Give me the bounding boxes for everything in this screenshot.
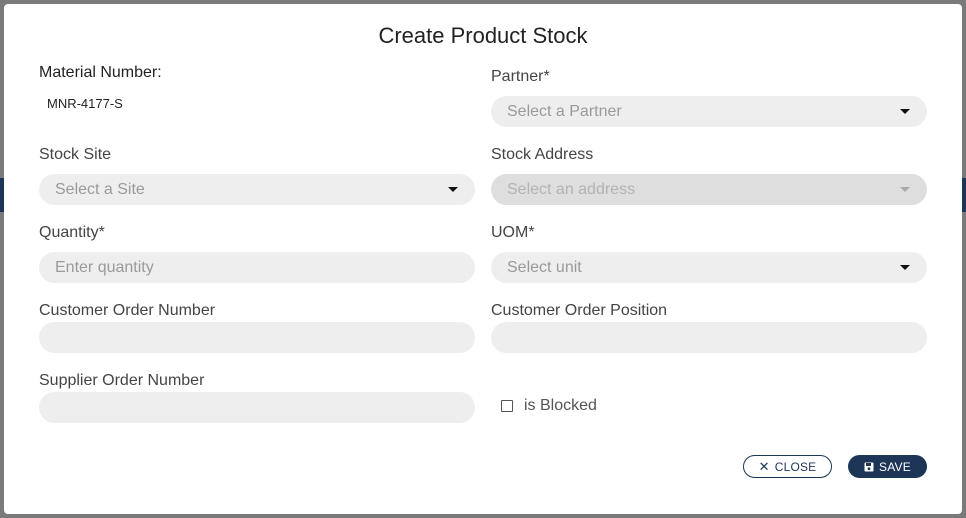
stock-site-select[interactable]: Select a Site: [39, 174, 475, 205]
customer-order-number-label: Customer Order Number: [39, 302, 216, 319]
is-blocked-checkbox[interactable]: [501, 400, 513, 412]
customer-order-position-wrapper: [491, 322, 927, 353]
save-button[interactable]: SAVE: [848, 455, 927, 478]
uom-select[interactable]: Select unit: [491, 252, 927, 283]
close-icon: ✕: [758, 459, 770, 474]
is-blocked-label: is Blocked: [524, 397, 597, 414]
quantity-field-wrapper: [39, 252, 475, 283]
close-button[interactable]: ✕ CLOSE: [743, 455, 832, 478]
stock-address-select: Select an address: [491, 174, 927, 205]
floppy-disk-icon: [864, 462, 874, 471]
chevron-down-icon: [900, 109, 910, 114]
uom-label: UOM*: [491, 224, 535, 241]
stock-site-select-placeholder: Select a Site: [55, 180, 145, 198]
uom-select-placeholder: Select unit: [507, 258, 582, 276]
customer-order-position-label: Customer Order Position: [491, 302, 668, 319]
partner-select[interactable]: Select a Partner: [491, 96, 927, 127]
quantity-label: Quantity*: [39, 224, 105, 241]
customer-order-position-input[interactable]: [507, 328, 927, 347]
partner-label: Partner*: [491, 68, 550, 85]
partner-select-placeholder: Select a Partner: [507, 102, 622, 120]
is-blocked-row: is Blocked: [501, 397, 597, 415]
stock-address-select-placeholder: Select an address: [507, 180, 636, 198]
chevron-down-icon: [900, 265, 910, 270]
dialog-title: Create Product Stock: [378, 23, 588, 48]
supplier-order-number-label: Supplier Order Number: [39, 372, 205, 389]
supplier-order-number-wrapper: [39, 392, 475, 423]
close-button-label: CLOSE: [774, 459, 817, 474]
material-number-label: Material Number:: [39, 64, 162, 81]
customer-order-number-wrapper: [39, 322, 475, 353]
create-product-stock-dialog: Create Product Stock Material Number: MN…: [4, 4, 962, 514]
supplier-order-number-input[interactable]: [55, 398, 475, 417]
chevron-down-icon: [900, 187, 910, 192]
material-number-value: MNR-4177-S: [47, 96, 123, 111]
save-button-label: SAVE: [879, 459, 911, 474]
stock-address-label: Stock Address: [491, 146, 594, 163]
stock-site-label: Stock Site: [39, 146, 112, 163]
chevron-down-icon: [448, 187, 458, 192]
quantity-input[interactable]: [55, 258, 475, 277]
customer-order-number-input[interactable]: [55, 328, 475, 347]
